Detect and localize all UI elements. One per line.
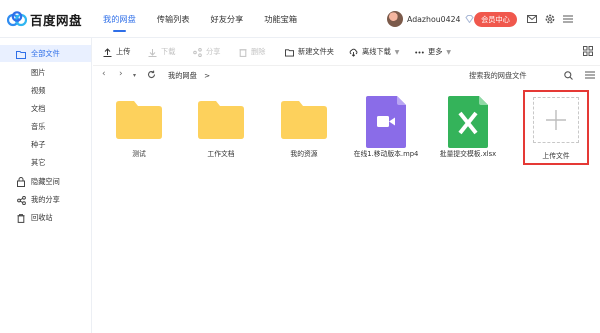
more-label: 更多 <box>428 47 443 56</box>
folder-icon <box>198 101 244 139</box>
new-folder-label: 新建文件夹 <box>298 47 334 56</box>
settings-icon[interactable] <box>544 13 556 25</box>
sidebar-item-my-shares[interactable]: 我的分享 <box>0 191 91 208</box>
trash-icon <box>238 48 247 57</box>
file-item-folder[interactable]: 我的资源 <box>274 96 334 158</box>
more-icon <box>415 48 424 57</box>
sidebar: 全部文件 图片 视频 文档 音乐 种子 其它 隐藏空间 我的分享 回收站 <box>0 38 92 333</box>
upload-label: 上传 <box>116 47 131 56</box>
sidebar-item-music[interactable]: 音乐 <box>0 118 91 135</box>
file-name: 在线1.移动版本.mp4 <box>353 150 419 158</box>
folder-icon <box>116 101 162 139</box>
app-name: 百度网盘 <box>30 12 83 28</box>
sidebar-item-label: 隐藏空间 <box>31 176 60 186</box>
plus-icon <box>546 110 566 130</box>
username[interactable]: Adazhou0424 <box>407 15 461 24</box>
download-icon <box>148 48 157 57</box>
file-item-excel[interactable]: 批量提交模板.xlsx <box>438 96 498 158</box>
tab-transfer-list[interactable]: 传输列表 <box>157 0 190 38</box>
upload-file-tile[interactable] <box>533 97 579 143</box>
file-name: 测试 <box>132 150 146 158</box>
file-item-folder[interactable]: 工作文档 <box>191 96 251 158</box>
chevron-down-icon: ▼ <box>394 48 400 56</box>
sidebar-item-documents[interactable]: 文档 <box>0 100 91 117</box>
upload-icon <box>103 47 112 57</box>
sidebar-item-torrents[interactable]: 种子 <box>0 136 91 153</box>
user-menu[interactable]: Adazhou0424 <box>387 11 474 27</box>
sidebar-item-label: 回收站 <box>31 212 53 222</box>
file-item-folder[interactable]: 测试 <box>109 96 169 158</box>
delete-button[interactable]: 删除 <box>238 47 265 57</box>
app-logo[interactable]: 百度网盘 <box>7 9 82 29</box>
file-item-video[interactable]: 在线1.移动版本.mp4 <box>354 96 418 158</box>
back-icon[interactable]: ‹ <box>102 69 106 79</box>
breadcrumb-my-drive[interactable]: 我的网盘 <box>168 71 197 80</box>
sidebar-item-label: 我的分享 <box>31 194 60 204</box>
cloud-download-icon <box>349 48 358 57</box>
lock-icon <box>16 177 26 187</box>
share-icon <box>16 195 26 205</box>
grid-view-icon[interactable] <box>583 46 593 58</box>
search-icon[interactable] <box>564 71 573 82</box>
more-button[interactable]: 更多 ▼ <box>415 47 451 57</box>
share-button[interactable]: 分享 <box>193 47 220 57</box>
download-button[interactable]: 下载 <box>148 47 175 57</box>
upload-button[interactable]: 上传 <box>103 47 130 57</box>
forward-icon[interactable]: › <box>119 69 123 79</box>
path-bar: ‹ › ▾ 我的网盘 > 搜索我的网盘文件 <box>93 66 600 86</box>
menu-icon[interactable] <box>562 13 574 25</box>
cloud-logo-icon <box>7 11 27 27</box>
upload-file-label: 上传文件 <box>542 152 570 160</box>
sidebar-item-label: 文档 <box>31 103 46 113</box>
file-name: 我的资源 <box>290 150 318 158</box>
file-name: 批量提交模板.xlsx <box>439 150 497 158</box>
share-icon <box>193 47 202 57</box>
sidebar-item-videos[interactable]: 视频 <box>0 82 91 99</box>
new-folder-button[interactable]: 新建文件夹 <box>285 47 334 57</box>
chevron-down-icon: ▼ <box>446 48 452 56</box>
main-nav: 我的网盘 传输列表 好友分享 功能宝箱 <box>103 0 318 38</box>
video-file-icon <box>366 96 406 148</box>
download-label: 下载 <box>161 47 176 56</box>
sidebar-item-label: 其它 <box>31 157 46 167</box>
offline-download-button[interactable]: 离线下载 ▼ <box>349 47 399 57</box>
sidebar-item-all-files[interactable]: 全部文件 <box>0 45 91 62</box>
sidebar-item-label: 图片 <box>31 67 46 77</box>
new-folder-icon <box>285 48 294 57</box>
vip-center-button[interactable]: 会员中心 <box>474 12 517 27</box>
sidebar-item-recycle-bin[interactable]: 回收站 <box>0 209 91 226</box>
sidebar-item-images[interactable]: 图片 <box>0 64 91 81</box>
breadcrumb-separator: > <box>204 71 211 80</box>
sidebar-item-label: 全部文件 <box>31 48 60 58</box>
avatar[interactable] <box>387 11 403 27</box>
diamond-icon <box>464 15 474 23</box>
excel-file-icon <box>448 96 488 148</box>
file-name: 工作文档 <box>207 150 235 158</box>
list-view-icon[interactable] <box>585 71 595 81</box>
breadcrumb[interactable]: 我的网盘 > <box>168 71 210 81</box>
sidebar-item-label: 种子 <box>31 139 46 149</box>
sidebar-item-other[interactable]: 其它 <box>0 154 91 171</box>
folder-icon <box>16 49 26 59</box>
top-bar: 百度网盘 我的网盘 传输列表 好友分享 功能宝箱 Adazhou0424 会员中… <box>0 0 600 38</box>
sidebar-item-hidden-space[interactable]: 隐藏空间 <box>0 173 91 190</box>
toolbar: 上传 下载 分享 删除 新建文件夹 离线下载 ▼ 更多 ▼ <box>93 38 600 66</box>
offline-download-label: 离线下载 <box>362 47 391 56</box>
tab-feature-box[interactable]: 功能宝箱 <box>264 0 297 38</box>
history-dropdown-icon[interactable]: ▾ <box>133 72 136 79</box>
refresh-icon[interactable] <box>147 70 156 82</box>
tab-friend-share[interactable]: 好友分享 <box>211 0 244 38</box>
sidebar-item-label: 音乐 <box>31 121 46 131</box>
sidebar-item-label: 视频 <box>31 85 46 95</box>
upload-highlight-box: 上传文件 <box>523 90 589 165</box>
delete-label: 删除 <box>251 47 266 56</box>
tab-my-drive[interactable]: 我的网盘 <box>103 0 136 38</box>
mail-icon[interactable] <box>526 13 538 25</box>
search-input[interactable]: 搜索我的网盘文件 <box>469 71 527 81</box>
share-label: 分享 <box>206 47 221 56</box>
trash-icon <box>16 213 26 223</box>
folder-icon <box>281 101 327 139</box>
